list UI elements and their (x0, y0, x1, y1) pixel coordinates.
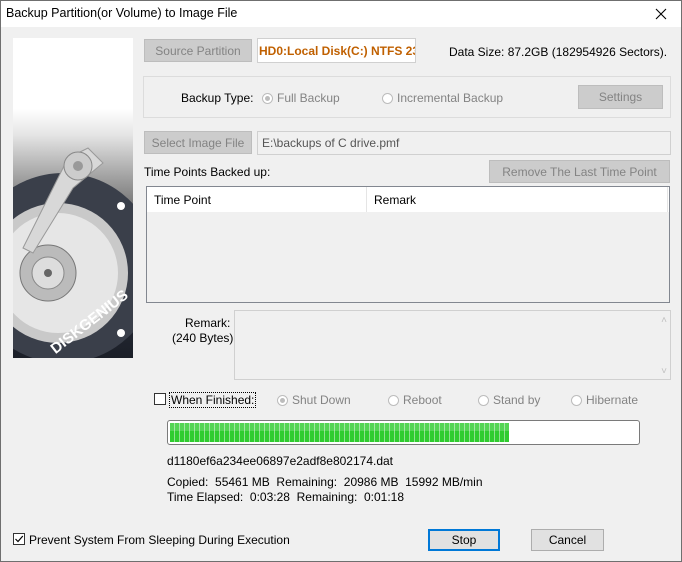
current-file-text: d1180ef6a234ee06897e2adf8e802174.dat (167, 454, 394, 468)
full-backup-label: Full Backup (277, 91, 340, 105)
image-file-path-field[interactable]: E:\backups of C drive.pmf (257, 131, 671, 155)
reboot-radio[interactable]: Reboot (388, 393, 442, 407)
time-points-list[interactable]: Time Point Remark (146, 186, 670, 303)
time-points-label: Time Points Backed up: (144, 165, 271, 179)
remark-size-label: (240 Bytes) (172, 331, 234, 345)
hard-disk-illustration-icon: DISKGENIUS (13, 147, 133, 358)
select-image-file-button[interactable]: Select Image File (144, 131, 252, 154)
incremental-backup-label: Incremental Backup (397, 91, 504, 105)
backup-dialog: Backup Partition(or Volume) to Image Fil… (0, 0, 682, 562)
copy-stats-text: Copied: 55461 MB Remaining: 20986 MB 159… (167, 475, 483, 489)
settings-button[interactable]: Settings (578, 85, 663, 109)
data-size-text: Data Size: 87.2GB (182954926 Sectors). (449, 45, 668, 59)
cancel-button[interactable]: Cancel (531, 529, 604, 551)
radio-selected-icon (262, 92, 273, 104)
stop-button[interactable]: Stop (428, 529, 500, 551)
list-header: Time Point Remark (147, 187, 669, 212)
incremental-backup-radio[interactable]: Incremental Backup (382, 91, 503, 105)
stand-by-label: Stand by (493, 393, 541, 407)
scroll-up-icon[interactable]: ˄ (661, 315, 667, 326)
source-partition-button[interactable]: Source Partition (144, 39, 252, 62)
diskgenius-banner-image: DISKGENIUS (13, 38, 133, 358)
checkmark-icon (15, 535, 24, 543)
backup-type-label: Backup Type: (181, 91, 254, 105)
remark-label: Remark: (185, 316, 231, 330)
hibernate-label: Hibernate (586, 393, 639, 407)
backup-progress-bar (167, 420, 640, 445)
column-header-remark[interactable]: Remark (367, 187, 668, 212)
progress-fill (170, 423, 509, 442)
radio-selected-icon (277, 394, 288, 406)
radio-unselected-icon (388, 394, 399, 406)
radio-unselected-icon (382, 92, 393, 104)
close-button[interactable] (641, 1, 681, 27)
reboot-label: Reboot (403, 393, 442, 407)
shut-down-label: Shut Down (292, 393, 351, 407)
when-finished-checkbox[interactable] (154, 393, 166, 405)
remove-last-time-point-button[interactable]: Remove The Last Time Point (489, 160, 670, 183)
remark-textarea[interactable]: ˄ ˅ (234, 310, 671, 380)
source-partition-field: HD0:Local Disk(C:) NTFS 237. (257, 38, 416, 63)
title-bar: Backup Partition(or Volume) to Image Fil… (1, 1, 681, 27)
hibernate-radio[interactable]: Hibernate (571, 393, 638, 407)
stand-by-radio[interactable]: Stand by (478, 393, 540, 407)
window-title: Backup Partition(or Volume) to Image Fil… (6, 6, 238, 20)
shut-down-radio[interactable]: Shut Down (277, 393, 351, 407)
when-finished-label[interactable]: When Finished: (169, 392, 257, 408)
prevent-sleep-checkbox[interactable] (13, 533, 25, 545)
full-backup-radio[interactable]: Full Backup (262, 91, 340, 105)
time-stats-text: Time Elapsed: 0:03:28 Remaining: 0:01:18 (167, 490, 405, 504)
scroll-down-icon[interactable]: ˅ (661, 366, 667, 377)
radio-unselected-icon (478, 394, 489, 406)
radio-unselected-icon (571, 394, 582, 406)
close-icon (655, 8, 667, 20)
prevent-sleep-label[interactable]: Prevent System From Sleeping During Exec… (29, 533, 290, 547)
column-header-time-point[interactable]: Time Point (147, 187, 367, 212)
